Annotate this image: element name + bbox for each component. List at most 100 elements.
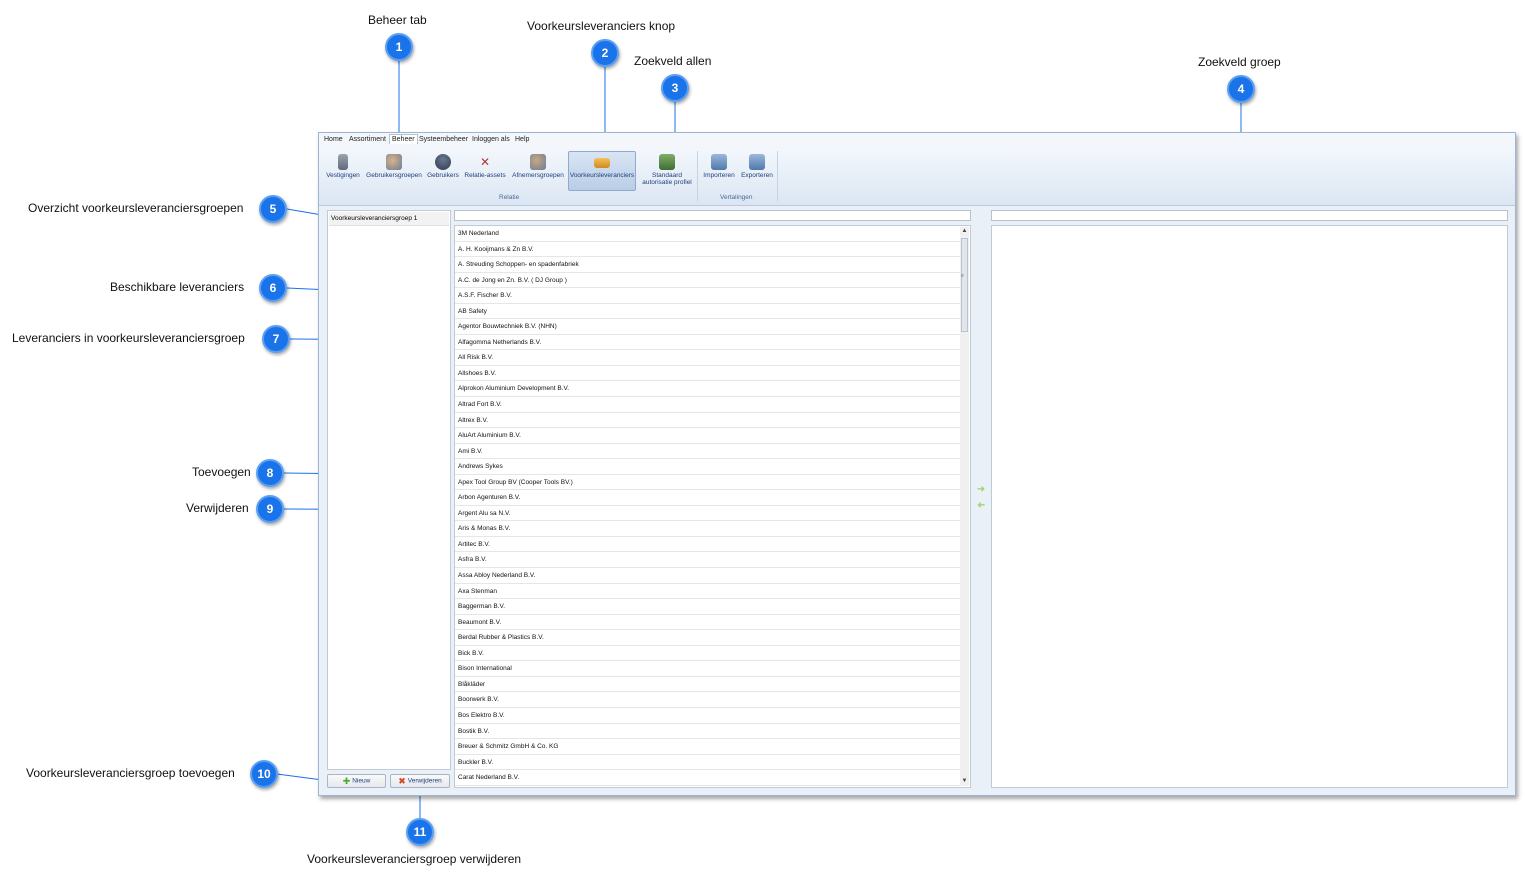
table-row[interactable]: Bick B.V. — [455, 646, 961, 662]
table-row[interactable]: Berdal Rubber & Plastics B.V. — [455, 630, 961, 646]
menu-tab-systeembeheer[interactable]: Systeembeheer — [419, 136, 468, 143]
table-row[interactable]: Blåkläder — [455, 677, 961, 693]
scroll-up-icon[interactable]: ▲ — [960, 227, 969, 236]
table-row[interactable]: Carat Nederland B.V. — [455, 770, 961, 786]
annotation-label-9: Verwijderen — [186, 501, 249, 515]
table-row[interactable]: Alprokon Aluminium Development B.V. — [455, 381, 961, 398]
group-suppliers-list[interactable] — [991, 225, 1508, 788]
table-row[interactable]: Beaumont B.V. — [455, 615, 961, 631]
ribbon-separator — [697, 151, 698, 201]
table-row[interactable]: AB Safety — [455, 304, 961, 320]
table-row[interactable]: A.C. de Jong en Zn. B.V. ( DJ Group ) — [455, 273, 961, 289]
scroll-thumb[interactable] — [961, 238, 968, 332]
exporteren-button[interactable]: Exporteren — [739, 151, 775, 191]
truck-icon — [594, 158, 610, 168]
table-row[interactable]: Ami B.V. — [455, 444, 961, 460]
table-row[interactable]: Asfra B.V. — [455, 552, 961, 569]
annotation-badge-2: 2 — [591, 39, 619, 67]
arrow-right-icon: ➜ — [976, 484, 986, 495]
user-group-icon — [386, 154, 402, 170]
table-row[interactable]: A.S.F. Fischer B.V. — [455, 288, 961, 304]
groups-overview-list[interactable]: Voorkeursleveranciersgroep 1 — [327, 210, 451, 770]
table-row[interactable]: Alfagomma Netherlands B.V. — [455, 335, 961, 351]
new-group-button[interactable]: ✚ Nieuw — [327, 774, 386, 788]
table-row[interactable]: Andrews Sykes — [455, 459, 961, 475]
annotation-label-5: Overzicht voorkeursleveranciersgroepen — [28, 201, 244, 215]
table-row[interactable]: Boorwerk B.V. — [455, 692, 961, 708]
building-icon — [338, 154, 348, 170]
user-icon — [435, 154, 451, 170]
tools-icon: ✕ — [479, 155, 491, 169]
delete-group-button[interactable]: ✖ Verwijderen — [390, 774, 450, 788]
table-row[interactable]: Bison International — [455, 661, 961, 677]
table-row[interactable]: Axa Stenman — [455, 584, 961, 600]
table-row[interactable]: Arbon Agenturen B.V. — [455, 490, 961, 506]
vestigingen-button[interactable]: Vestigingen — [325, 151, 361, 191]
list-item[interactable]: Voorkeursleveranciersgroep 1 — [329, 212, 449, 226]
search-all-input[interactable] — [454, 210, 971, 221]
table-row[interactable]: AluArt Aluminium B.V. — [455, 428, 961, 444]
annotation-badge-5: 5 — [259, 195, 287, 223]
table-row[interactable]: Bos Elektro B.V. — [455, 708, 961, 724]
table-row[interactable]: Allshoes B.V. — [455, 366, 961, 382]
remove-arrow-button[interactable]: ➜ — [975, 500, 987, 511]
annotation-label-6: Beschikbare leveranciers — [110, 280, 245, 294]
annotation-label-11: Voorkeursleveranciersgroep verwijderen — [307, 852, 522, 866]
menu-bar: Home Assortiment Beheer Systeembeheer In… — [319, 133, 1515, 150]
annotation-badge-3: 3 — [661, 74, 689, 102]
app-window: Home Assortiment Beheer Systeembeheer In… — [318, 132, 1516, 796]
table-row[interactable]: Bostik B.V. — [455, 724, 961, 740]
annotation-badge-1: 1 — [385, 33, 413, 61]
delete-icon: ✖ — [398, 776, 406, 786]
relatie-assets-button[interactable]: ✕ Relatie-assets — [463, 151, 507, 191]
plus-icon: ✚ — [342, 776, 351, 786]
menu-tab-inloggen-als[interactable]: Inloggen als — [472, 136, 510, 143]
annotation-label-2: Voorkeursleveranciers knop — [527, 19, 676, 33]
table-row[interactable]: Baggerman B.V. — [455, 599, 961, 615]
table-row[interactable]: Argent Alu sa N.V. — [455, 506, 961, 522]
supplier-rows: 3M Nederland A. H. Kooijmans & Zn B.V. A. … — [455, 226, 961, 786]
table-row[interactable]: Agentor Bouwtechniek B.V. (NHN) — [455, 319, 961, 335]
standaard-autorisatie-profiel-button[interactable]: Standaard autorisatie profiel — [639, 151, 695, 191]
afnemersgroepen-button[interactable]: Afnemersgroepen — [510, 151, 566, 191]
table-row[interactable]: Altrad Fort B.V. — [455, 397, 961, 413]
table-row[interactable]: A. H. Kooijmans & Zn B.V. — [455, 242, 961, 258]
table-row[interactable]: All Risk B.V. — [455, 350, 961, 366]
table-row[interactable]: Aris & Monas B.V. — [455, 521, 961, 537]
table-row[interactable]: Assa Abloy Nederland B.V. — [455, 568, 961, 584]
annotation-badge-8: 8 — [256, 459, 284, 487]
ribbon-separator — [777, 151, 778, 201]
menu-tab-assortiment[interactable]: Assortiment — [349, 136, 386, 143]
table-row[interactable]: Altrex B.V. — [455, 413, 961, 429]
export-icon — [749, 154, 765, 170]
add-arrow-button[interactable]: ➜ — [975, 484, 987, 495]
menu-tab-beheer[interactable]: Beheer — [389, 134, 418, 144]
table-row[interactable]: 3M Nederland — [455, 226, 961, 242]
annotation-label-1: Beheer tab — [368, 13, 427, 27]
table-row[interactable]: Artitec B.V. — [455, 537, 961, 553]
scroll-down-icon[interactable]: ▼ — [960, 777, 969, 786]
ribbon-group-vertalingen: Vertalingen — [720, 194, 753, 201]
arrow-left-icon: ➜ — [976, 500, 986, 511]
annotation-label-4: Zoekveld groep — [1198, 55, 1281, 69]
menu-tab-help[interactable]: Help — [515, 136, 529, 143]
table-row[interactable]: Apex Tool Group BV (Cooper Tools BV.) — [455, 475, 961, 491]
scrollbar[interactable]: ▲ ≡ ▼ — [960, 227, 969, 786]
gebruikers-button[interactable]: Gebruikers — [425, 151, 461, 191]
table-row[interactable]: A. Streuding Schoppen- en spadenfabriek — [455, 257, 961, 273]
voorkeursleveranciers-button[interactable]: Voorkeursleveranciers — [568, 151, 636, 191]
importeren-button[interactable]: Importeren — [701, 151, 737, 191]
search-group-input[interactable] — [991, 210, 1508, 221]
menu-tab-home[interactable]: Home — [324, 136, 343, 143]
available-suppliers-list[interactable]: 3M Nederland A. H. Kooijmans & Zn B.V. A. … — [454, 225, 971, 788]
annotation-badge-6: 6 — [259, 274, 287, 302]
grip-icon: ≡ — [961, 273, 964, 279]
annotation-badge-4: 4 — [1227, 75, 1255, 103]
gebruikersgroepen-button[interactable]: Gebruikersgroepen — [365, 151, 423, 191]
annotation-label-10: Voorkeursleveranciersgroep toevoegen — [26, 766, 235, 780]
annotation-label-8: Toevoegen — [192, 465, 251, 479]
auth-profile-icon — [659, 154, 675, 170]
customer-group-icon — [530, 154, 546, 170]
table-row[interactable]: Breuer & Schmitz GmbH & Co. KG — [455, 739, 961, 755]
table-row[interactable]: Buckler B.V. — [455, 755, 961, 771]
